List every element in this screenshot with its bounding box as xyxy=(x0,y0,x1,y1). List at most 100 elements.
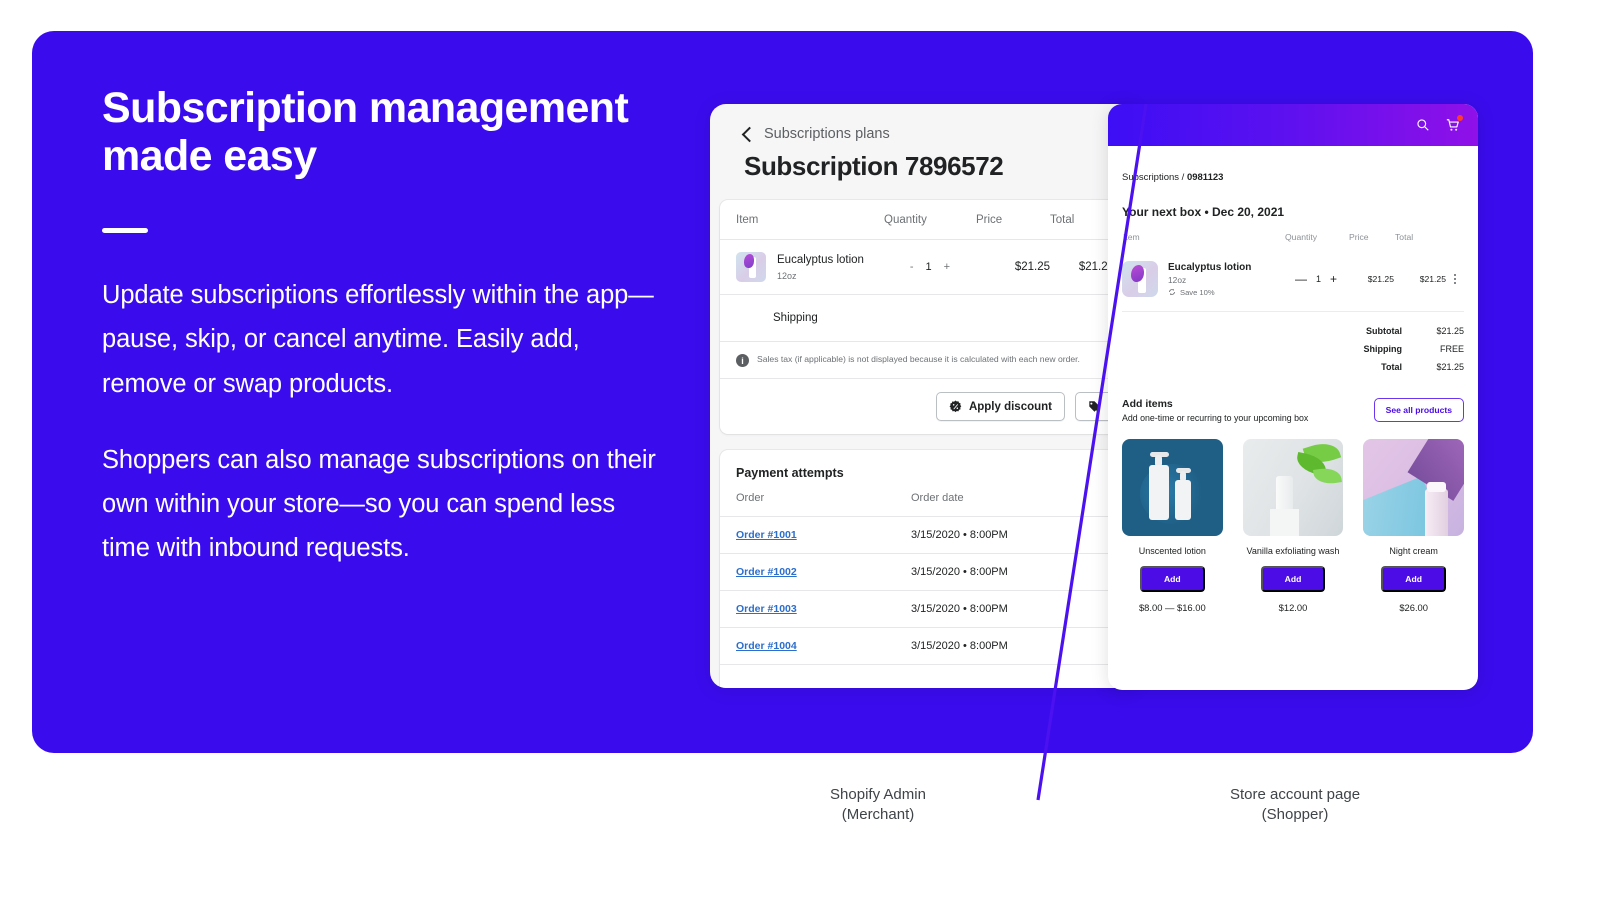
total-value: FREE xyxy=(1439,344,1464,354)
item-name: Eucalyptus lotion xyxy=(777,254,864,267)
product-image-vanilla-exfoliating-wash xyxy=(1242,439,1344,536)
back-link-label: Subscriptions plans xyxy=(764,126,890,142)
item-total: $21.25 xyxy=(1394,252,1446,312)
tax-notice-text: Sales tax (if applicable) is not display… xyxy=(757,354,1080,364)
cart-badge xyxy=(1457,115,1463,121)
apply-discount-label: Apply discount xyxy=(968,400,1052,413)
quantity-value: 1 xyxy=(925,261,932,273)
order-link[interactable]: Order #1002 xyxy=(736,566,797,578)
total-label: Shipping xyxy=(1363,344,1403,354)
product-image-night-cream xyxy=(1363,439,1464,536)
store-account-card: Subscriptions / 0981123 Your next box • … xyxy=(1108,104,1478,690)
total-label: Total xyxy=(1381,362,1402,372)
panel-bottom-spacer xyxy=(720,665,1130,688)
col-total: Total xyxy=(1395,232,1414,242)
quantity-stepper[interactable]: — 1 + xyxy=(1284,252,1348,312)
hero-title-line-2: made easy xyxy=(102,132,317,181)
product-grid: Unscented lotion Add $8.00 — $16.00 Vani… xyxy=(1122,439,1464,613)
product-price: $26.00 xyxy=(1399,601,1428,613)
next-box-heading: Your next box • Dec 20, 2021 xyxy=(1122,205,1285,219)
total-value: $21.25 xyxy=(1436,326,1464,336)
product-image-unscented-lotion xyxy=(1122,439,1223,536)
product-price: $12.00 xyxy=(1278,601,1308,613)
hero-copy-block: Subscription management made easy Update… xyxy=(102,84,662,570)
quantity-stepper[interactable]: - 1 + xyxy=(884,239,976,295)
order-link[interactable]: Order #1003 xyxy=(736,603,797,615)
discount-badge-icon xyxy=(949,400,962,413)
order-link[interactable]: Order #1001 xyxy=(736,529,797,541)
search-icon[interactable] xyxy=(1416,118,1430,132)
breadcrumb: Subscriptions / 0981123 xyxy=(1122,146,1464,183)
recurring-icon xyxy=(1169,288,1175,296)
add-product-button[interactable]: Add xyxy=(1381,565,1447,592)
table-row: Order #1001 3/15/2020 • 8:00PM xyxy=(720,516,1130,554)
store-header-bar xyxy=(1108,104,1478,146)
product-card: Vanilla exfoliating wash Add $12.00 xyxy=(1242,439,1344,613)
breadcrumb-prefix[interactable]: Subscriptions / xyxy=(1122,172,1187,183)
col-item: Item xyxy=(720,200,884,240)
order-date: 3/15/2020 • 8:00PM xyxy=(911,553,1130,591)
total-row: Subtotal $21.25 xyxy=(1310,326,1464,336)
item-cell: Eucalyptus lotion 12oz xyxy=(720,239,884,295)
shipping-price xyxy=(976,294,1050,342)
add-product-button[interactable]: Add xyxy=(1260,565,1326,592)
product-name: Unscented lotion xyxy=(1138,546,1206,556)
info-icon: i xyxy=(736,354,749,367)
product-price: $8.00 — $16.00 xyxy=(1138,601,1206,613)
hero-title-line-1: Subscription management xyxy=(102,84,629,132)
table-row: Eucalyptus lotion 12oz - 1 + $21.25 $21.… xyxy=(720,239,1130,295)
product-name: Vanilla exfoliating wash xyxy=(1246,546,1340,556)
quantity-increase-button[interactable]: + xyxy=(944,261,950,273)
subscription-page-title: Subscription 7896572 xyxy=(744,151,1004,181)
caption-merchant: Shopify Admin (Merchant) xyxy=(768,785,988,826)
chevron-left-icon xyxy=(741,126,758,142)
table-row: Eucalyptus lotion 12oz Save 10% — 1 + $2… xyxy=(1122,252,1464,312)
shopify-admin-card: Subscriptions plans Subscription 7896572… xyxy=(710,104,1140,688)
quantity-decrease-button[interactable]: — xyxy=(1295,272,1307,286)
add-items-header: Add items Add one-time or recurring to y… xyxy=(1122,398,1464,423)
see-all-products-button[interactable]: See all products xyxy=(1373,398,1464,422)
col-order-date: Order date xyxy=(911,492,1130,517)
next-box-items-table: Item Quantity Price Total Eucalyptus lot… xyxy=(1122,231,1464,312)
order-totals: Subtotal $21.25 Shipping FREE Total $21.… xyxy=(1122,326,1465,372)
add-items-title: Add items xyxy=(1122,398,1173,410)
apply-discount-button[interactable]: Apply discount xyxy=(935,392,1065,421)
shop-table-header-row: Item Quantity Price Total xyxy=(1122,231,1464,252)
col-quantity: Quantity xyxy=(1285,232,1318,242)
col-order: Order xyxy=(720,492,911,517)
save-label: Save 10% xyxy=(1180,287,1215,297)
quantity-value: 1 xyxy=(1315,274,1321,284)
caption-shopper: Store account page (Shopper) xyxy=(1185,785,1405,826)
items-table: Item Quantity Price Total Eucalyptus lot… xyxy=(720,200,1130,342)
hero-paragraph-2: Shoppers can also manage subscriptions o… xyxy=(102,445,656,562)
kebab-menu-icon xyxy=(1446,274,1464,284)
add-items-subtitle: Add one-time or recurring to your upcomi… xyxy=(1122,413,1309,423)
product-name: Night cream xyxy=(1389,546,1438,556)
breadcrumb-current-id: 0981123 xyxy=(1186,172,1224,183)
page-title: Subscription management made easy xyxy=(102,84,662,180)
caption-shopper-line-2: (Shopper) xyxy=(1261,806,1329,824)
caption-merchant-line-2: (Merchant) xyxy=(841,806,915,824)
subscription-items-panel: Item Quantity Price Total Eucalyptus lot… xyxy=(720,200,1130,434)
table-row: Order #1004 3/15/2020 • 8:00PM xyxy=(720,627,1130,665)
title-divider-rule xyxy=(102,228,148,234)
items-table-header-row: Item Quantity Price Total xyxy=(720,200,1130,240)
caption-merchant-line-1: Shopify Admin xyxy=(830,786,926,803)
shipping-label: Shipping xyxy=(720,294,884,342)
back-to-subscriptions-plans[interactable]: Subscriptions plans xyxy=(710,126,1140,142)
order-link[interactable]: Order #1004 xyxy=(736,640,797,652)
table-row: Order #1003 3/15/2020 • 8:00PM xyxy=(720,590,1130,628)
payment-attempts-panel: Payment attempts Order Order date Order … xyxy=(720,450,1130,688)
add-product-button[interactable]: Add xyxy=(1139,565,1205,592)
screenshot-stage: Subscription management made easy Update… xyxy=(0,0,1600,900)
quantity-decrease-button[interactable]: - xyxy=(910,261,914,273)
order-date: 3/15/2020 • 8:00PM xyxy=(911,516,1130,554)
quantity-increase-button[interactable]: + xyxy=(1330,272,1337,286)
caption-shopper-line-1: Store account page xyxy=(1229,786,1361,803)
tax-notice: i Sales tax (if applicable) is not displ… xyxy=(720,342,1130,379)
row-actions-menu[interactable] xyxy=(1446,252,1464,312)
product-thumbnail-image xyxy=(736,252,766,282)
cart-icon[interactable] xyxy=(1446,115,1463,132)
hero-paragraph-1: Update subscriptions effortlessly within… xyxy=(102,281,654,398)
subscription-save-badge: Save 10% xyxy=(1168,288,1251,297)
